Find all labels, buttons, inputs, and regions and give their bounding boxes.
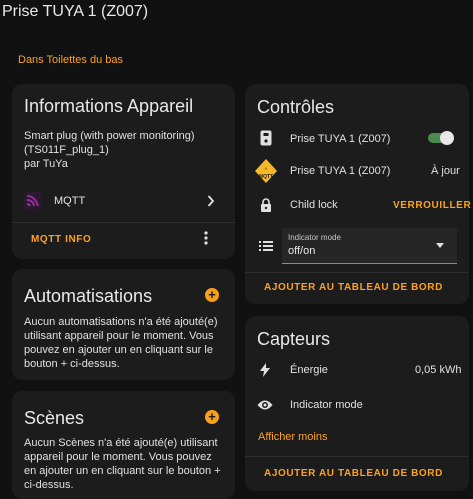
device-info-card: Informations Appareil Smart plug (with p… <box>12 84 235 259</box>
scenes-empty-text: Aucun Scènes n'a été ajouté(e) utilisant… <box>24 437 221 491</box>
more-vert-icon[interactable] <box>202 230 210 246</box>
control-row-indicator: Indicator mode off/on <box>245 228 469 264</box>
card-divider <box>245 456 469 457</box>
control-row-update[interactable]: !! MQTT Prise TUYA 1 (Z007) À jour <box>245 158 469 184</box>
indicator-mode-select[interactable]: Indicator mode off/on <box>282 228 457 264</box>
mqtt-info-button[interactable]: MQTT INFO <box>31 234 91 245</box>
add-to-dashboard-button[interactable]: AJOUTER AU TABLEAU DE BORD <box>264 282 443 293</box>
dropdown-arrow-icon <box>436 243 444 248</box>
add-scene-button[interactable]: + <box>205 410 219 424</box>
lock-button[interactable]: VERROUILLER <box>393 200 471 211</box>
eye-icon <box>257 400 273 410</box>
top-bar: Prise TUYA 1 (Z007) <box>0 0 473 28</box>
add-to-dashboard-button[interactable]: AJOUTER AU TABLEAU DE BORD <box>264 468 443 479</box>
power-switch-thumb[interactable] <box>440 131 454 145</box>
select-value: off/on <box>288 245 316 257</box>
area-link[interactable]: Dans Toilettes du bas <box>18 54 123 66</box>
page-title: Prise TUYA 1 (Z007) <box>2 3 149 20</box>
automations-card: Automatisations + Aucun automatisations … <box>12 269 235 380</box>
device-info-title: Informations Appareil <box>24 96 194 116</box>
add-automation-button[interactable]: + <box>205 288 219 302</box>
sensor-value: 0,05 kWh <box>415 364 462 376</box>
select-label: Indicator mode <box>288 233 341 242</box>
automations-title: Automatisations <box>24 286 153 306</box>
device-manufacturer: par TuYa <box>24 158 68 170</box>
mqtt-update-icon: !! MQTT <box>255 159 277 183</box>
controls-title: Contrôles <box>257 97 335 117</box>
sensors-card: Capteurs Énergie 0,05 kWh Indicator mode… <box>245 316 469 491</box>
control-row-child-lock: Child lock VERROUILLER <box>245 192 471 218</box>
device-model-id: (TS011F_plug_1) <box>24 144 109 156</box>
card-divider <box>245 272 469 273</box>
svg-text:!!: !! <box>265 166 267 171</box>
sensor-row-indicator[interactable]: Indicator mode <box>245 395 469 417</box>
update-status: À jour <box>431 165 460 177</box>
automations-empty-text: Aucun automatisations n'a été ajouté(e) … <box>24 316 218 370</box>
scenes-title: Scènes <box>24 408 85 428</box>
controls-card: Contrôles Prise TUYA 1 (Z007) !! MQTT Pr… <box>245 84 471 304</box>
svg-text:MQTT: MQTT <box>259 174 273 180</box>
power-socket-icon <box>260 130 272 146</box>
card-divider <box>12 222 235 223</box>
control-label: Child lock <box>290 199 338 211</box>
device-model: Smart plug (with power monitoring) <box>24 130 195 142</box>
sensor-label: Énergie <box>290 364 328 376</box>
control-label: Prise TUYA 1 (Z007) <box>290 165 391 177</box>
lock-icon <box>261 198 271 212</box>
control-row-switch[interactable]: Prise TUYA 1 (Z007) <box>245 126 469 152</box>
control-label: Prise TUYA 1 (Z007) <box>290 133 391 145</box>
show-less-link[interactable]: Afficher moins <box>258 430 328 444</box>
list-icon <box>259 241 273 251</box>
integration-row[interactable]: MQTT <box>12 184 235 216</box>
scenes-card: Scènes + Aucun Scènes n'a été ajouté(e) … <box>12 391 235 499</box>
mqtt-icon <box>24 192 42 210</box>
sensor-row-energy[interactable]: Énergie 0,05 kWh <box>245 360 469 382</box>
integration-label: MQTT <box>54 195 86 207</box>
flash-icon <box>260 363 270 377</box>
chevron-right-icon <box>207 195 215 207</box>
sensors-title: Capteurs <box>257 329 331 349</box>
sensor-label: Indicator mode <box>290 399 363 411</box>
